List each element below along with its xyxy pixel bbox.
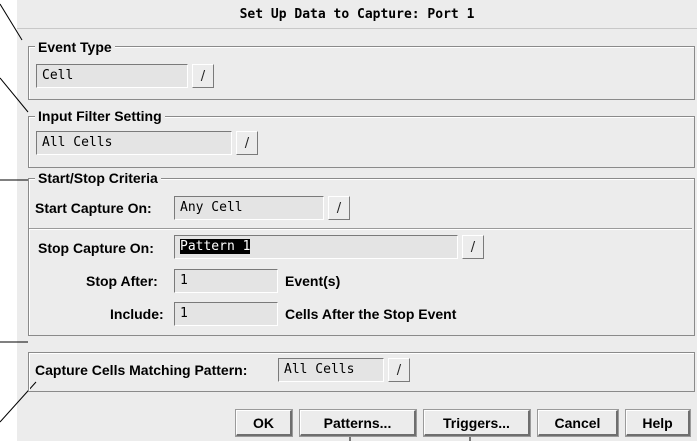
help-button[interactable]: Help bbox=[625, 409, 691, 437]
start-capture-dropdown-button[interactable]: / bbox=[328, 196, 350, 220]
combo-arrow-icon: / bbox=[336, 200, 342, 216]
ok-button[interactable]: OK bbox=[235, 409, 293, 437]
input-filter-field[interactable]: All Cells bbox=[36, 131, 232, 155]
event-type-dropdown-button[interactable]: / bbox=[192, 64, 214, 88]
stop-capture-field[interactable]: Pattern 1 bbox=[174, 235, 458, 259]
cancel-button[interactable]: Cancel bbox=[537, 409, 619, 437]
stop-capture-dropdown-button[interactable]: / bbox=[462, 235, 484, 259]
include-field[interactable]: 1 bbox=[174, 302, 278, 326]
combo-arrow-icon: / bbox=[244, 135, 250, 151]
start-capture-label: Start Capture On: bbox=[35, 200, 152, 216]
capture-pattern-field[interactable]: All Cells bbox=[278, 358, 384, 382]
stop-after-label: Stop After: bbox=[86, 273, 158, 289]
patterns-button[interactable]: Patterns... bbox=[299, 409, 417, 437]
event-type-legend: Event Type bbox=[35, 39, 115, 55]
stop-after-unit: Event(s) bbox=[285, 273, 341, 289]
stop-after-field[interactable]: 1 bbox=[174, 269, 278, 293]
input-filter-legend: Input Filter Setting bbox=[35, 108, 165, 124]
combo-arrow-icon: / bbox=[470, 239, 476, 255]
combo-arrow-icon: / bbox=[396, 362, 402, 378]
combo-arrow-icon: / bbox=[200, 68, 206, 84]
include-unit: Cells After the Stop Event bbox=[285, 306, 457, 322]
event-type-field[interactable]: Cell bbox=[36, 64, 188, 88]
stop-capture-label: Stop Capture On: bbox=[38, 240, 154, 256]
start-stop-legend: Start/Stop Criteria bbox=[35, 170, 161, 186]
include-label: Include: bbox=[110, 306, 164, 322]
input-filter-dropdown-button[interactable]: / bbox=[236, 131, 258, 155]
triggers-button[interactable]: Triggers... bbox=[423, 409, 531, 437]
capture-pattern-dropdown-button[interactable]: / bbox=[388, 358, 410, 382]
section-divider bbox=[29, 228, 692, 230]
start-capture-field[interactable]: Any Cell bbox=[174, 196, 324, 220]
capture-pattern-label: Capture Cells Matching Pattern: bbox=[35, 362, 248, 378]
